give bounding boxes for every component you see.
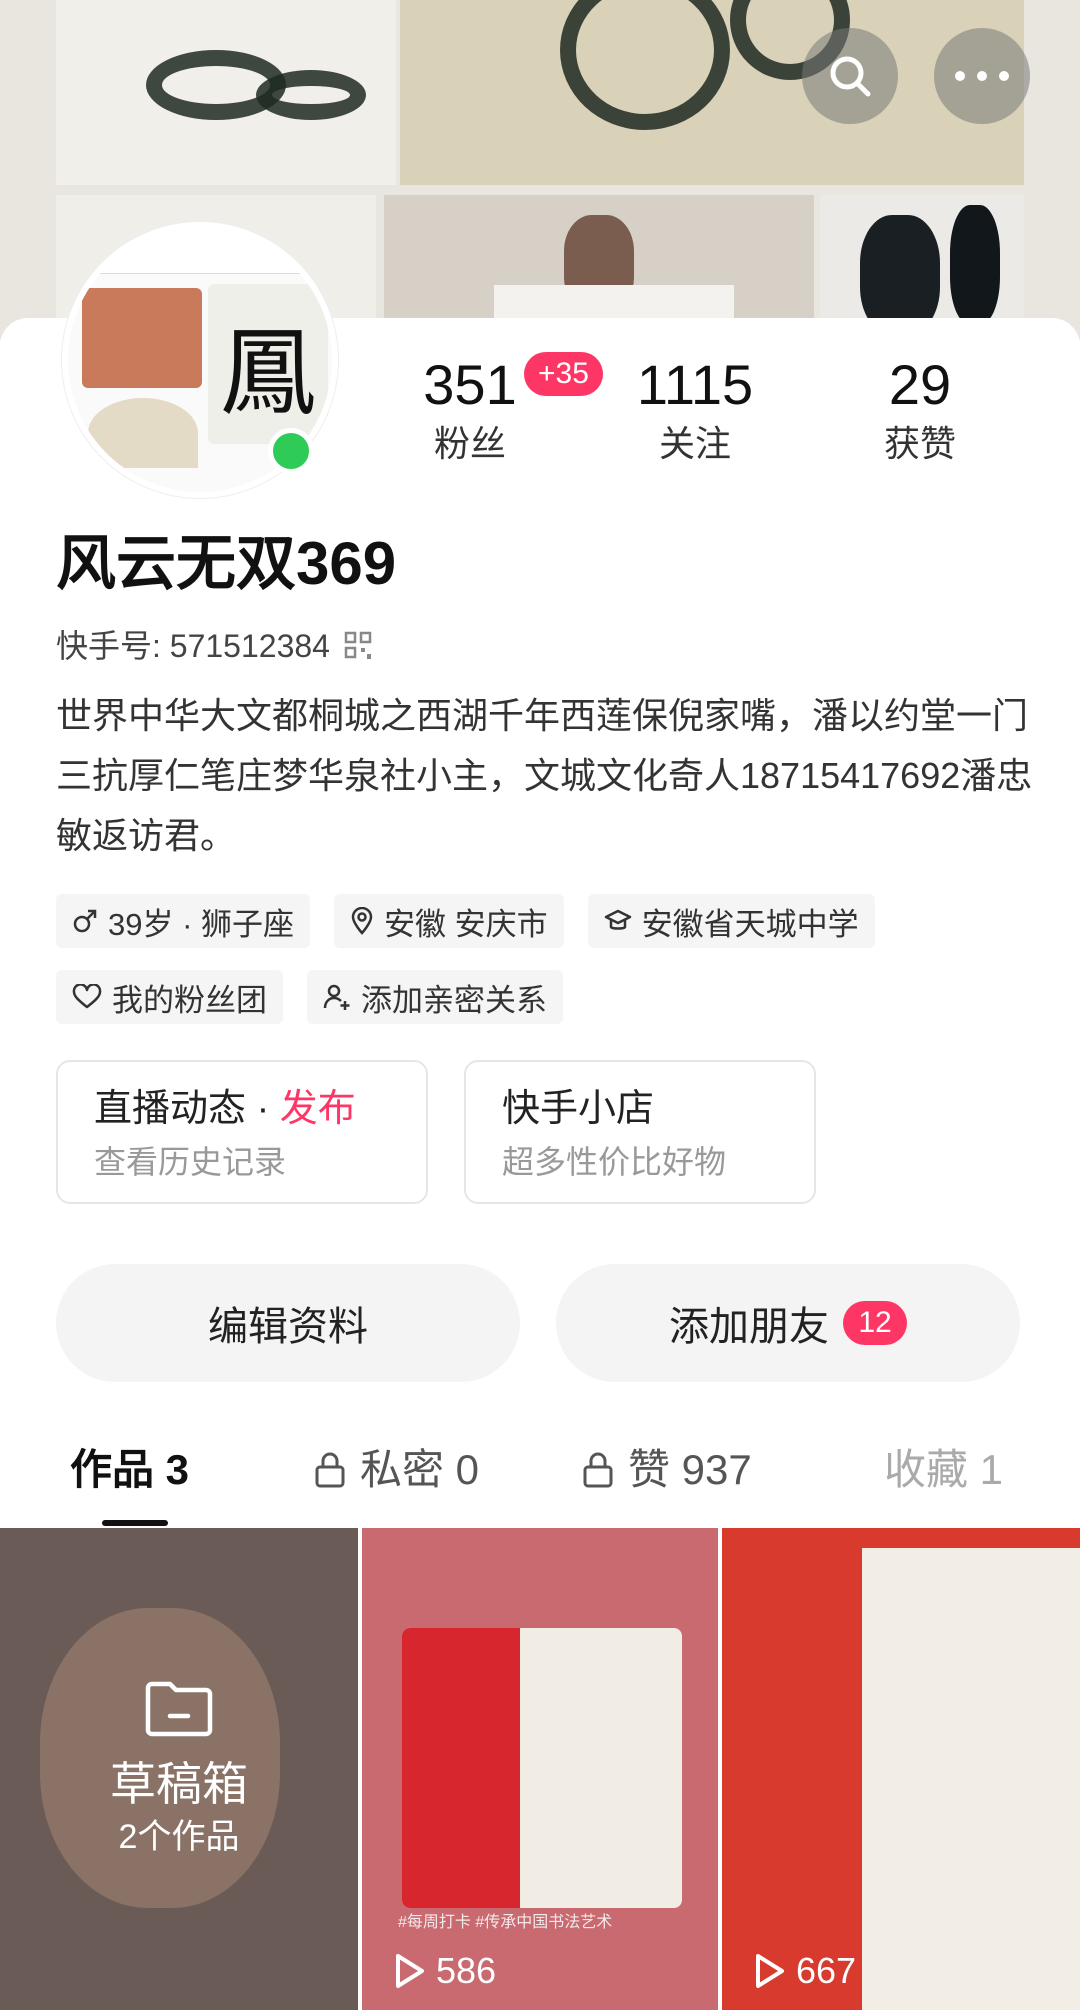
draft-box-title: 草稿箱 (110, 1758, 248, 1810)
shop-card-subtitle: 超多性价比好物 (502, 1144, 727, 1180)
more-dots-icon (955, 71, 1009, 81)
draft-box-count: 2个作品 (118, 1818, 240, 1856)
add-friend-count-badge: 12 (843, 1301, 907, 1345)
video-2-hashtags: #每周打卡 #传承中国书法艺术 (398, 1914, 613, 1931)
video-2-thumbnail-red-scroll (402, 1628, 520, 1908)
video-tile-2[interactable]: #每周打卡 #传承中国书法艺术 586 (362, 1528, 718, 2010)
avatar-art-fan (88, 398, 198, 468)
kuaishou-id[interactable]: 快手号: 571512384 (56, 624, 372, 668)
add-person-icon (323, 984, 350, 1010)
draft-box-overlay: 草稿箱 2个作品 (0, 1528, 358, 2010)
works-grid: 草稿箱 2个作品 #每周打卡 #传承中国书法艺术 586 667 (0, 1528, 1080, 2010)
edit-profile-button[interactable]: 编辑资料 (56, 1264, 520, 1382)
tag-add-relationship-label: 添加亲密关系 (361, 982, 547, 1018)
tab-private[interactable]: 私密 0 (314, 1442, 479, 1498)
tag-fan-club[interactable]: 我的粉丝团 (56, 970, 283, 1024)
avatar-art-header (68, 228, 332, 274)
tag-age-zodiac-label: 39岁 · 狮子座 (108, 906, 295, 942)
active-tab-indicator (102, 1520, 168, 1526)
play-icon (396, 1954, 424, 1988)
fans-label: 粉丝 (433, 423, 506, 464)
video-tile-3[interactable]: 667 (722, 1528, 1080, 2010)
profile-tags-row-1: 39岁 · 狮子座 安徽 安庆市 安徽省天城中学 (56, 894, 1036, 948)
publish-link[interactable]: 发布 (280, 1088, 356, 1130)
search-icon (830, 56, 871, 97)
live-card-separator: · (246, 1088, 280, 1130)
tag-location[interactable]: 安徽 安庆市 (334, 894, 564, 948)
content-tabs: 作品 3 私密 0 赞 937 收藏 1 (0, 1420, 1080, 1530)
stat-following[interactable]: 1115 关注 (620, 352, 770, 468)
cover-calligraphy-2 (400, 0, 1024, 185)
tab-favorites-label: 收藏 1 (884, 1446, 1004, 1493)
tab-liked-label: 赞 937 (628, 1446, 752, 1493)
draft-box-tile[interactable]: 草稿箱 2个作品 (0, 1528, 358, 2010)
tab-liked[interactable]: 赞 937 (582, 1442, 752, 1498)
tab-favorites[interactable]: 收藏 1 (884, 1442, 1003, 1498)
edit-profile-label: 编辑资料 (208, 1305, 368, 1349)
lock-icon (315, 1452, 345, 1488)
tag-location-label: 安徽 安庆市 (384, 906, 548, 942)
tab-private-label: 私密 0 (360, 1446, 480, 1493)
profile-tags-row-2: 我的粉丝团 添加亲密关系 (56, 970, 1036, 1024)
qr-code-icon[interactable] (344, 631, 372, 661)
search-button[interactable] (802, 28, 898, 124)
kuaishou-id-text: 快手号: 571512384 (56, 628, 330, 664)
shop-card[interactable]: 快手小店 超多性价比好物 (464, 1060, 816, 1204)
video-3-play-count: 667 (796, 1950, 857, 1991)
fans-count: 351 (423, 353, 517, 416)
stat-likes[interactable]: 29 获赞 (860, 352, 980, 468)
more-button[interactable] (934, 28, 1030, 124)
tag-fan-club-label: 我的粉丝团 (112, 982, 267, 1018)
avatar-art-tattoo (82, 288, 202, 388)
video-2-plays: 586 (392, 1950, 496, 1992)
play-icon (756, 1954, 784, 1988)
live-card-subtitle: 查看历史记录 (94, 1144, 287, 1180)
profile-name: 风云无双369 (56, 530, 397, 597)
tag-school[interactable]: 安徽省天城中学 (587, 894, 875, 948)
lock-icon (583, 1452, 613, 1488)
add-friend-button[interactable]: 添加朋友 12 (556, 1264, 1020, 1382)
tab-works[interactable]: 作品 3 (70, 1442, 189, 1498)
tab-works-label: 作品 3 (70, 1446, 190, 1493)
fans-delta-badge: +35 (524, 352, 603, 396)
profile-actions: 编辑资料 添加朋友 12 (56, 1264, 1020, 1382)
video-3-plays: 667 (752, 1950, 856, 1992)
avatar-art-calligraphy: 鳳 (208, 284, 328, 444)
feature-cards: 直播动态 · 发布 查看历史记录 快手小店 超多性价比好物 (56, 1060, 816, 1204)
folder-icon (145, 1681, 213, 1737)
video-2-play-count: 586 (436, 1950, 497, 1991)
stat-fans[interactable]: 351 粉丝 (410, 352, 530, 468)
live-card-title: 直播动态 (94, 1088, 247, 1130)
tag-add-relationship[interactable]: 添加亲密关系 (307, 970, 563, 1024)
likes-label: 获赞 (883, 423, 956, 464)
profile-bio: 世界中华大文都桐城之西湖千年西莲保倪家嘴，潘以约堂一门三抗厚仁笔庄梦华泉社小主，… (56, 695, 1033, 856)
live-card[interactable]: 直播动态 · 发布 查看历史记录 (56, 1060, 428, 1204)
following-count: 1115 (636, 353, 754, 416)
following-label: 关注 (658, 423, 731, 464)
graduation-cap-icon (604, 909, 631, 930)
tag-age-zodiac[interactable]: 39岁 · 狮子座 (56, 894, 311, 948)
live-card-title-row: 直播动态 · 发布 (94, 1084, 390, 1134)
likes-count: 29 (888, 353, 952, 416)
heart-icon (72, 984, 102, 1009)
tag-school-label: 安徽省天城中学 (641, 906, 859, 942)
shop-card-title: 快手小店 (502, 1088, 655, 1130)
male-icon (73, 909, 97, 933)
cover-calligraphy-1 (56, 0, 396, 185)
video-3-thumbnail-paper (862, 1548, 1080, 2010)
location-pin-icon (351, 907, 373, 935)
add-friend-label: 添加朋友 (669, 1305, 829, 1349)
online-status-dot (268, 428, 314, 474)
